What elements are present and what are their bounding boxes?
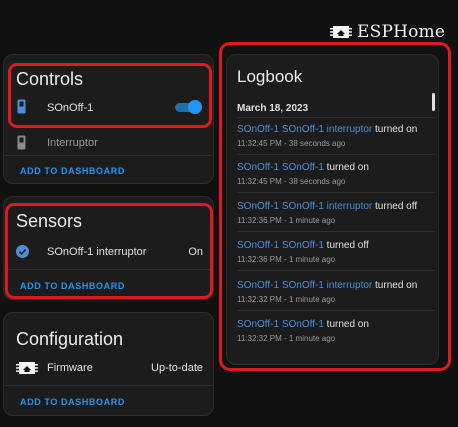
log-action: turned off [326,240,369,251]
control-label-interruptor[interactable]: Interruptor [47,137,98,149]
sensors-card: Sensors SOnOff-1 interruptor On ADD TO D… [3,196,214,300]
controls-title: Controls [16,69,84,89]
log-action: turned on [375,280,418,291]
log-entity-link[interactable]: SOnOff-1 SOnOff-1 [237,162,324,173]
divider [237,310,435,311]
log-action: turned on [326,319,369,330]
add-to-dashboard-button[interactable]: ADD TO DASHBOARD [20,281,125,291]
log-action: turned on [375,124,418,135]
scrollbar[interactable] [432,93,435,111]
log-entity-link[interactable]: SOnOff-1 SOnOff-1 interruptor [237,280,372,291]
log-time: 11:32:36 PM - 1 minute ago [237,255,336,264]
configuration-card: Configuration Firmware Up-to-date ADD TO… [3,312,214,416]
divider [4,269,213,270]
configuration-title: Configuration [16,329,124,349]
log-time: 11:32:45 PM - 38 seconds ago [237,139,346,148]
divider [237,231,435,232]
log-action: turned off [375,201,418,212]
logbook-title: Logbook [237,67,303,86]
log-entity-link[interactable]: SOnOff-1 SOnOff-1 [237,319,324,330]
log-action: turned on [326,162,369,173]
divider [237,117,435,118]
switch-icon [17,99,26,119]
divider [237,192,435,193]
esphome-logo: ESPHome [330,22,445,42]
log-entry: SOnOff-1 SOnOff-1 turned on 11:32:45 PM … [237,162,433,186]
logbook-date: March 18, 2023 [237,103,309,114]
add-to-dashboard-button[interactable]: ADD TO DASHBOARD [20,166,125,176]
sensor-value: On [188,246,203,258]
log-entry: SOnOff-1 SOnOff-1 interruptor turned off… [237,201,433,225]
chip-icon [16,360,38,381]
log-time: 11:32:45 PM - 38 seconds ago [237,177,346,186]
switch-icon [17,135,26,155]
esphome-chip-icon [330,24,352,40]
log-entry: SOnOff-1 SOnOff-1 turned on 11:32:32 PM … [237,319,433,343]
sensor-label[interactable]: SOnOff-1 interruptor [47,246,146,258]
log-entity-link[interactable]: SOnOff-1 SOnOff-1 [237,240,324,251]
brand-name: ESPHome [357,22,446,42]
log-entry: SOnOff-1 SOnOff-1 turned off 11:32:36 PM… [237,240,433,264]
log-entity-link[interactable]: SOnOff-1 SOnOff-1 interruptor [237,201,372,212]
sonoff-toggle[interactable] [175,100,202,114]
firmware-label[interactable]: Firmware [47,362,93,374]
controls-card: Controls SOnOff-1 Interruptor ADD TO DAS… [3,54,214,184]
log-entity-link[interactable]: SOnOff-1 SOnOff-1 interruptor [237,124,372,135]
divider [4,155,213,156]
log-entry: SOnOff-1 SOnOff-1 interruptor turned on … [237,124,433,148]
control-label-sonoff: SOnOff-1 [47,102,94,114]
check-circle-icon [16,245,29,263]
firmware-value: Up-to-date [151,362,203,374]
divider [237,154,435,155]
log-entry: SOnOff-1 SOnOff-1 interruptor turned on … [237,280,433,304]
divider [237,270,435,271]
sensors-title: Sensors [16,211,83,231]
logbook-card: Logbook March 18, 2023 SOnOff-1 SOnOff-1… [226,54,439,365]
add-to-dashboard-button[interactable]: ADD TO DASHBOARD [20,397,125,407]
divider [4,385,213,386]
log-time: 11:32:32 PM - 1 minute ago [237,295,336,304]
log-time: 11:32:36 PM - 1 minute ago [237,216,336,225]
log-time: 11:32:32 PM - 1 minute ago [237,334,336,343]
